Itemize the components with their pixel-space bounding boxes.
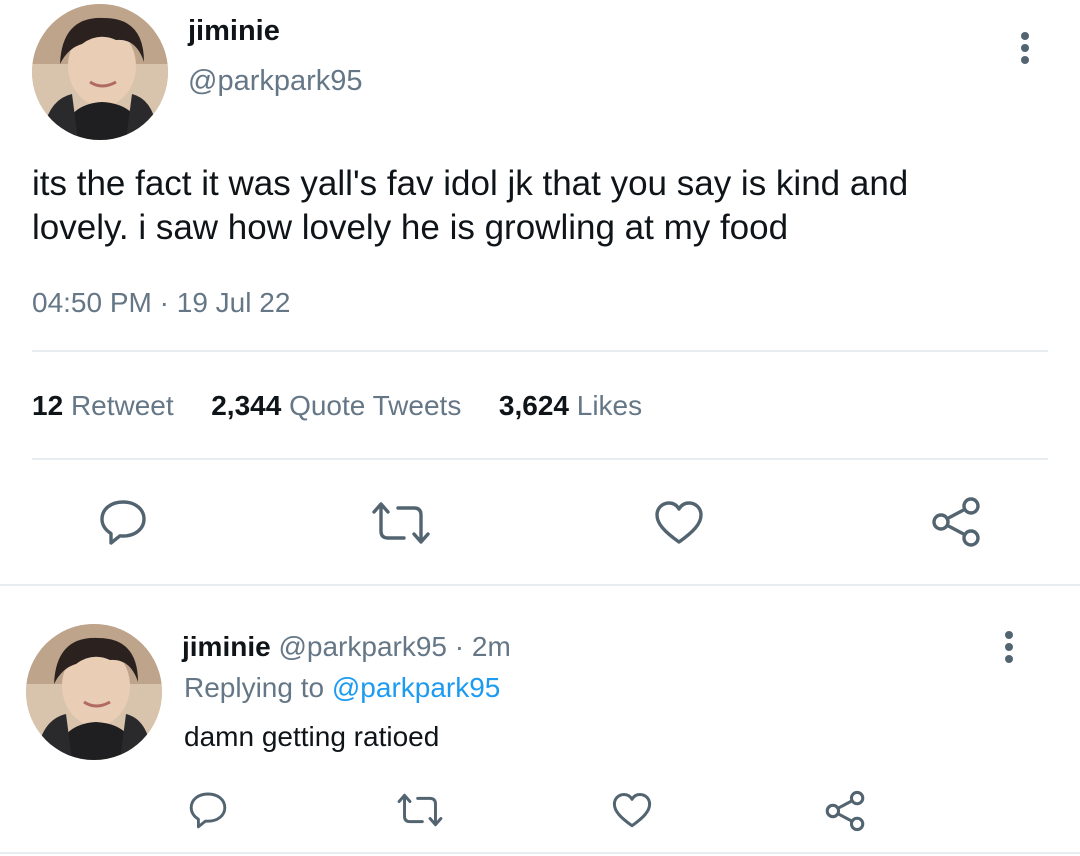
like-icon[interactable] (612, 792, 652, 829)
reply-age: 2m (471, 631, 511, 662)
dot-icon (1021, 44, 1029, 52)
reply-icon[interactable] (98, 497, 148, 547)
dot-icon (1021, 32, 1029, 40)
dot-icon (1021, 56, 1029, 64)
like-icon[interactable] (654, 500, 704, 546)
reply-handle[interactable]: @parkpark95 (278, 631, 447, 662)
reply-avatar[interactable] (26, 624, 162, 760)
reply-text: damn getting ratioed (184, 721, 440, 752)
tweet-handle[interactable]: @parkpark95 (188, 64, 363, 98)
tweet-more-options-button[interactable] (1020, 32, 1030, 64)
share-icon[interactable] (824, 790, 866, 832)
quote-count: 2,344 (211, 390, 282, 421)
tweet-text-line-2: lovely. i saw how lovely he is growling … (32, 208, 789, 247)
replying-to-label: Replying to (184, 672, 325, 703)
tweet-stats: 12 Retweet 2,344 Quote Tweets 3,624 Like… (32, 389, 642, 423)
dot-icon (1005, 643, 1013, 651)
tweet-date: 19 Jul 22 (176, 287, 291, 318)
timestamp-separator: · (159, 287, 169, 318)
replying-to-handle[interactable]: @parkpark95 (332, 672, 501, 703)
reply-icon[interactable] (188, 790, 228, 830)
reply-header: jiminie @parkpark95 · 2m (182, 630, 511, 664)
tweet-text-line-1: its the fact it was yall's fav idol jk t… (32, 164, 909, 203)
retweet-icon[interactable] (370, 500, 432, 546)
retweet-count: 12 (32, 390, 64, 421)
tweet-time: 04:50 PM (32, 287, 152, 318)
divider (0, 852, 1080, 854)
share-icon[interactable] (930, 496, 982, 548)
quote-stat[interactable]: 2,344 Quote Tweets (211, 390, 469, 421)
like-label: Likes (576, 390, 643, 421)
reply-more-options-button[interactable] (1004, 631, 1014, 663)
like-count: 3,624 (498, 390, 569, 421)
reply-display-name[interactable]: jiminie (182, 631, 271, 662)
retweet-stat[interactable]: 12 Retweet (32, 390, 181, 421)
quote-label: Quote Tweets (289, 390, 462, 421)
reply-dot: · (454, 631, 465, 662)
avatar-image (32, 4, 168, 140)
retweet-icon[interactable] (396, 792, 444, 828)
tweet-timestamp[interactable]: 04:50 PM · 19 Jul 22 (32, 286, 290, 320)
replying-to: Replying to @parkpark95 (184, 671, 500, 705)
dot-icon (1005, 655, 1013, 663)
divider (32, 458, 1048, 460)
divider (0, 584, 1080, 586)
like-stat[interactable]: 3,624 Likes (499, 390, 642, 421)
tweet-display-name[interactable]: jiminie (188, 14, 280, 48)
tweet-avatar[interactable] (32, 4, 168, 140)
retweet-label: Retweet (70, 390, 174, 421)
divider (32, 350, 1048, 352)
dot-icon (1005, 631, 1013, 639)
avatar-image (26, 624, 162, 760)
